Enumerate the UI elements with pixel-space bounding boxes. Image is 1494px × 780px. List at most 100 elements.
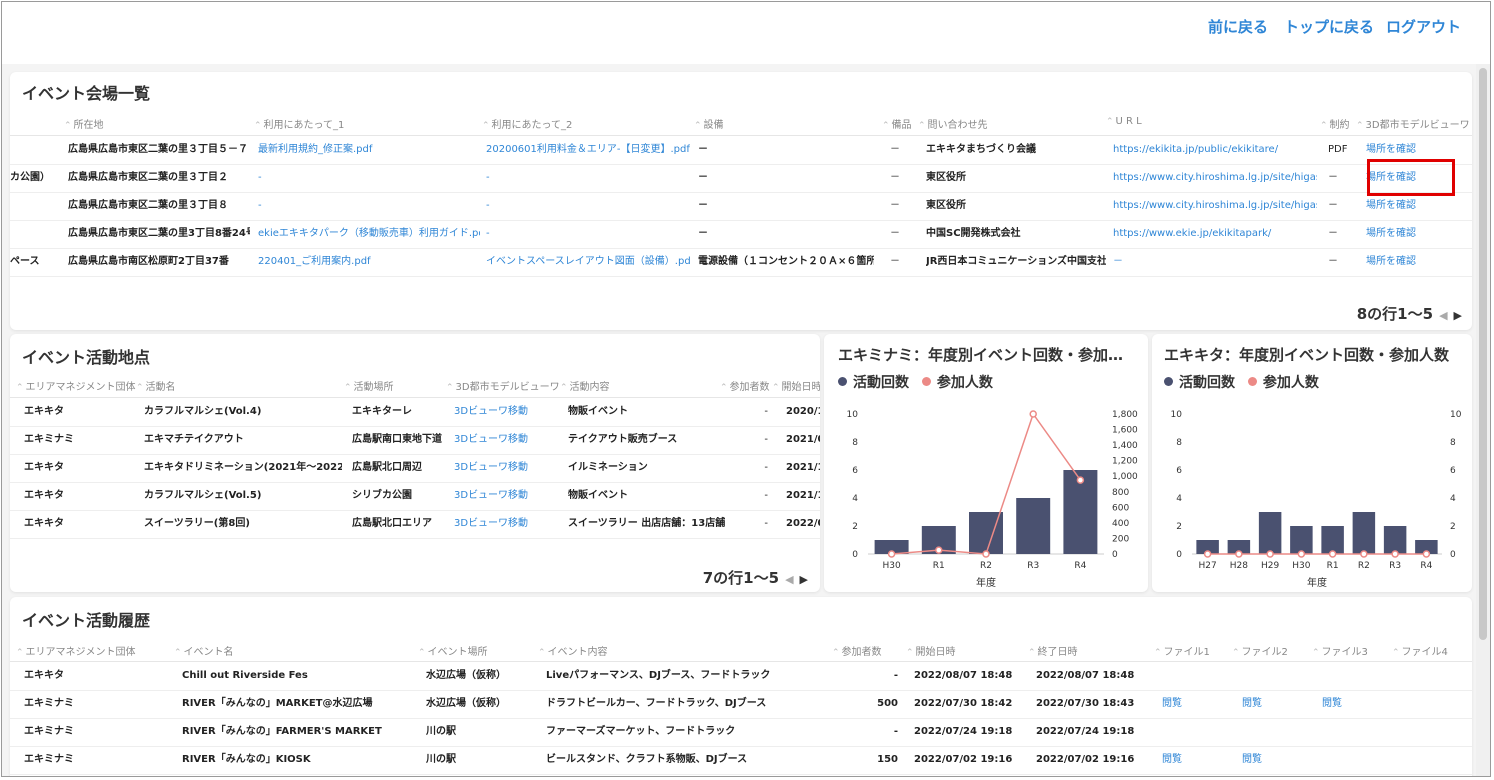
history-count: 150	[877, 754, 898, 765]
spot-row[interactable]: エキミナミ エキマチテイクアウト 広島駅南口東地下道 3Dビューワ移動 テイクアウト販売…	[10, 426, 820, 455]
history-file2-link[interactable]: 閲覧	[1242, 690, 1302, 718]
venue-viewer-link[interactable]: 場所を確認	[1366, 220, 1466, 248]
history-file1-link[interactable]: 閲覧	[1162, 746, 1222, 774]
y2-tick-label: 1,000	[1112, 472, 1138, 482]
col-header-start[interactable]: 開始日時	[772, 378, 820, 393]
col-header-file2[interactable]: ファイル2	[1232, 643, 1288, 658]
col-header-equipment[interactable]: 設備	[694, 116, 724, 131]
x-tick-label: R3	[1389, 561, 1401, 571]
venue-url-link[interactable]: －	[1113, 248, 1317, 276]
history-count: 500	[877, 698, 898, 709]
y2-tick-label: 1,200	[1112, 457, 1138, 467]
col-header-limit[interactable]: 制約	[1320, 116, 1350, 131]
venue-url-link[interactable]: https://www.city.hiroshima.lg.jp/site/hi…	[1113, 192, 1317, 220]
venue-viewer-link[interactable]: 場所を確認	[1366, 192, 1466, 220]
venue-address: 広島県広島市東区二葉の里３丁目２	[68, 172, 228, 183]
history-file2-link[interactable]: 閲覧	[1242, 746, 1302, 774]
col-header-event-place[interactable]: イベント場所	[418, 643, 488, 658]
venue-use1-link[interactable]: -	[258, 164, 480, 192]
venue-use1-link[interactable]: 最新利用規約_修正案.pdf	[258, 136, 480, 164]
history-event-name: RIVER「みんなの」MARKET@水辺広場	[182, 698, 373, 709]
activity-spots-card: イベント活動地点 エリアマネジメント団体 活動名 活動場所 3D都市モデルビュー…	[10, 334, 820, 592]
col-header-history-end[interactable]: 終了日時	[1028, 643, 1078, 658]
col-header-activity-content[interactable]: 活動内容	[560, 378, 610, 393]
col-header-participants[interactable]: 参加者数	[720, 378, 770, 393]
activity-spots-title: イベント活動地点	[22, 348, 151, 367]
y2-tick-label: 1,600	[1112, 426, 1138, 436]
col-header-file3[interactable]: ファイル3	[1312, 643, 1368, 658]
history-row[interactable]: エキミナミ RIVER「みんなの」KIOSK 川の駅 ビールスタンド、クラフト系物販、…	[10, 746, 1472, 775]
history-file3-link[interactable]: 閲覧	[1322, 690, 1382, 718]
col-header-event-content[interactable]: イベント内容	[538, 643, 608, 658]
spot-row[interactable]: エキキタ カラフルマルシェ(Vol.4) エキキターレ 3Dビューワ移動 物販イベント -…	[10, 398, 820, 427]
spot-viewer-link[interactable]: 3Dビューワ移動	[454, 510, 554, 538]
spot-name: エキキタドリミネーション(2021年～2022年)	[144, 462, 342, 473]
spot-row[interactable]: エキキタ エキキタドリミネーション(2021年～2022年) 広島駅北口周辺 3Dビュ…	[10, 454, 820, 483]
history-row[interactable]: エキミナミ RIVER「みんなの」FARMER'S MARKET 川の駅 ファーマーズ…	[10, 718, 1472, 747]
history-row[interactable]: エキミナミ RIVER「みんなの」MARKET@水辺広場 水辺広場（仮称） ドラフトビ…	[10, 690, 1472, 719]
logout-link[interactable]: ログアウト	[1386, 16, 1461, 37]
venue-use2-link[interactable]: -	[486, 220, 690, 248]
spot-name: エキマチテイクアウト	[144, 434, 244, 445]
spot-viewer-link[interactable]: 3Dビューワ移動	[454, 398, 554, 426]
spot-org: エキミナミ	[24, 434, 74, 445]
back-link[interactable]: 前に戻る	[1208, 16, 1268, 37]
spot-viewer-link[interactable]: 3Dビューワ移動	[454, 426, 554, 454]
spot-row[interactable]: エキキタ カラフルマルシェ(Vol.5) シリブカ公園 3Dビューワ移動 物販イベント -…	[10, 482, 820, 511]
y2-tick-label: 800	[1112, 488, 1129, 498]
col-header-history-count[interactable]: 参加者数	[832, 643, 882, 658]
history-file1-link[interactable]: 閲覧	[1162, 690, 1222, 718]
venue-use2-link[interactable]: -	[486, 192, 690, 220]
venue-row[interactable]: 広島県広島市東区二葉の里３丁目８- - －－東区役所 https://www.city…	[10, 192, 1472, 221]
scrollbar-thumb[interactable]	[1479, 68, 1487, 640]
spot-row[interactable]: エキキタ スイーツラリー(第8回) 広島駅北口エリア 3Dビューワ移動 スイーツラリー …	[10, 510, 820, 539]
venue-row[interactable]: 広島県広島市東区二葉の里３丁目５－７ 最新利用規約_修正案.pdf 20200601…	[10, 136, 1472, 165]
col-header-file4[interactable]: ファイル4	[1392, 643, 1448, 658]
spot-viewer-link[interactable]: 3Dビューワ移動	[454, 482, 554, 510]
col-header-org[interactable]: エリアマネジメント団体	[16, 378, 136, 393]
venue-row[interactable]: 広島県広島市東区二葉の里3丁目8番24号 ekieエキキタパーク（移動販売車）利用…	[10, 220, 1472, 249]
spot-content: スイーツラリー 出店店舗：13店舗	[568, 518, 726, 529]
col-header-history-start[interactable]: 開始日時	[906, 643, 956, 658]
top-link[interactable]: トップに戻る	[1284, 16, 1374, 37]
venue-items: －	[890, 228, 900, 239]
col-header-use1[interactable]: 利用にあたって_1	[254, 116, 345, 131]
venue-url-link[interactable]: https://www.ekie.jp/ekikitapark/	[1113, 220, 1317, 248]
col-header-spots-viewer[interactable]: 3D都市モデルビューワ	[446, 378, 560, 393]
legend-activity-label: 活動回数	[853, 375, 909, 391]
history-row[interactable]: エキキタ Chill out Riverside Fes 水辺広場（仮称） Liveパ…	[10, 662, 1472, 691]
venue-use2-link[interactable]: 20200601利用料金＆エリア-【日変更】.pdf	[486, 136, 690, 164]
venue-url-link[interactable]: https://www.city.hiroshima.lg.jp/site/hi…	[1113, 164, 1317, 192]
next-page-icon[interactable]: ▶	[1454, 309, 1462, 322]
col-header-items[interactable]: 備品	[882, 116, 912, 131]
col-header-url[interactable]: U R L	[1106, 116, 1142, 127]
col-header-file1[interactable]: ファイル1	[1154, 643, 1210, 658]
venue-use2-link[interactable]: -	[486, 164, 690, 192]
col-header-use2[interactable]: 利用にあたって_2	[482, 116, 573, 131]
spot-place: 広島駅南口東地下道	[352, 434, 442, 445]
venue-use2-link[interactable]: イベントスペースレイアウト図面（設備）.pdf	[486, 248, 690, 276]
venue-use1-link[interactable]: -	[258, 192, 480, 220]
prev-page-icon[interactable]: ◀	[785, 573, 793, 586]
col-header-activity-name[interactable]: 活動名	[136, 378, 176, 393]
y-tick-label: 10	[1171, 410, 1183, 420]
venue-row[interactable]: カ公園） 広島県広島市東区二葉の里３丁目２- - －－東区役所 https://www.…	[10, 164, 1472, 193]
col-header-event-name[interactable]: イベント名	[174, 643, 234, 658]
history-event-name: RIVER「みんなの」KIOSK	[182, 754, 311, 765]
next-page-icon[interactable]: ▶	[800, 573, 808, 586]
history-end: 2022/07/24 19:18	[1036, 726, 1135, 737]
venue-url-link[interactable]: https://ekikita.jp/public/ekikitare/	[1113, 136, 1317, 164]
spot-viewer-link[interactable]: 3Dビューワ移動	[454, 454, 554, 482]
history-start: 2022/08/07 18:48	[914, 670, 1013, 681]
venue-viewer-link[interactable]: 場所を確認	[1366, 248, 1466, 276]
col-header-activity-place[interactable]: 活動場所	[344, 378, 394, 393]
venue-row[interactable]: ペース 広島県広島市南区松原町2丁目37番 220401_ご利用案内.pdf イベント…	[10, 248, 1472, 277]
venue-use1-link[interactable]: ekieエキキタパーク（移動販売車）利用ガイド.pdf	[258, 220, 480, 248]
col-header-address[interactable]: 所在地	[64, 116, 104, 131]
spot-org: エキキタ	[24, 462, 64, 473]
col-header-viewer[interactable]: 3D都市モデルビューワ	[1356, 116, 1470, 131]
col-header-contact[interactable]: 問い合わせ先	[918, 116, 988, 131]
venue-use1-link[interactable]: 220401_ご利用案内.pdf	[258, 248, 480, 276]
col-header-history-org[interactable]: エリアマネジメント団体	[16, 643, 136, 658]
prev-page-icon[interactable]: ◀	[1439, 309, 1447, 322]
